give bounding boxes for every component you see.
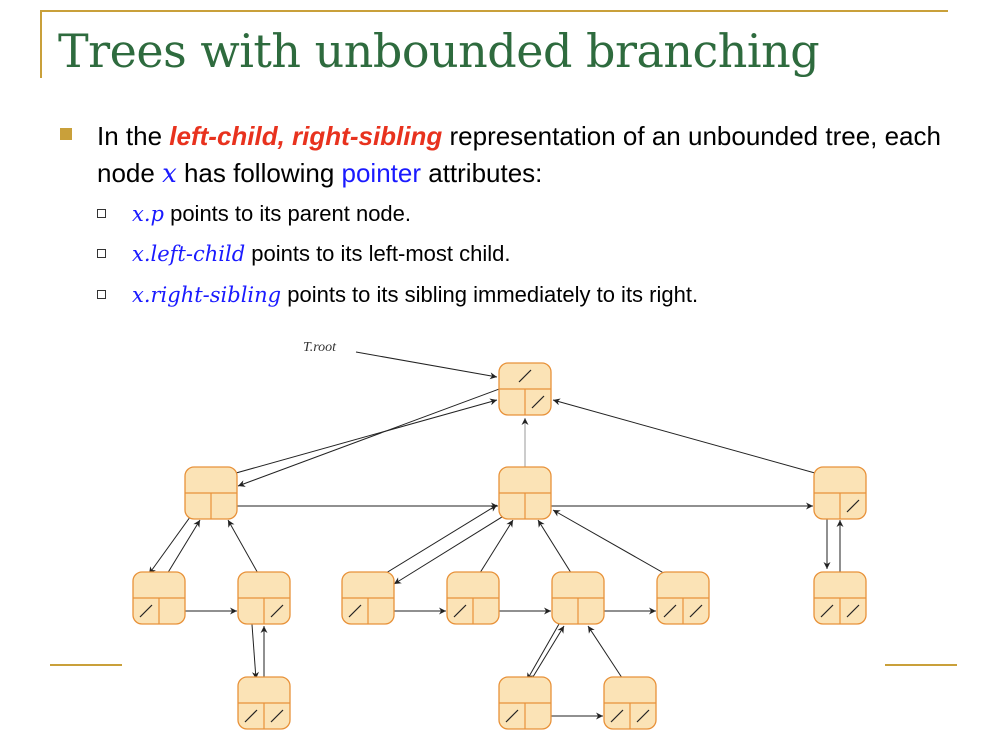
tree-node-root <box>498 362 552 416</box>
tree-node-A2 <box>237 571 291 625</box>
tree-node-B3 <box>551 571 605 625</box>
tree-node-B1 <box>341 571 395 625</box>
tree-node-C1 <box>813 571 867 625</box>
tree-node-B3a <box>498 676 552 730</box>
root-pointer-arrow <box>355 351 498 380</box>
tree-node-B <box>498 466 552 520</box>
parent-pointer-Cn <box>552 398 841 481</box>
tree-node-Cn <box>813 466 867 520</box>
tree-node-A1 <box>132 571 186 625</box>
tree-node-A <box>184 466 238 520</box>
left-child-pointer-root <box>237 384 511 487</box>
parent-pointer-A <box>210 398 498 481</box>
tree-node-B3b <box>603 676 657 730</box>
lcrs-tree-diagram: T.root <box>132 340 867 730</box>
tree-node-B4 <box>656 571 710 625</box>
root-label: T.root <box>303 340 337 355</box>
tree-node-A2a <box>237 676 291 730</box>
tree-node-B2 <box>446 571 500 625</box>
